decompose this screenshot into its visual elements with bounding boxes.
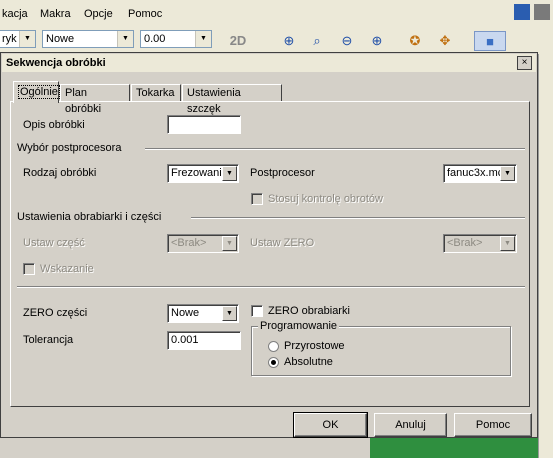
toolbar-combo-layer[interactable]: Nowe ▼ bbox=[42, 30, 134, 48]
zero-czesci-select[interactable]: Nowe ▼ bbox=[167, 304, 239, 323]
window-icons bbox=[510, 0, 553, 26]
tab-ogolnie-label: Ogólnie bbox=[18, 85, 60, 99]
rodzaj-value: Frezowanie bbox=[171, 167, 228, 179]
toolbar-combo-layer-value: Nowe bbox=[46, 33, 75, 45]
dialog-titlebar: Sekwencja obróbki × bbox=[2, 54, 536, 72]
stosuj-checkbox[interactable] bbox=[251, 193, 263, 205]
shading-cube-icon[interactable]: ■ bbox=[474, 31, 506, 51]
chevron-down-icon: ▼ bbox=[117, 31, 133, 47]
zoom-target-icon[interactable]: ⌕ bbox=[306, 31, 328, 51]
menu-bar: kacja Makra Opcje Pomoc bbox=[0, 0, 510, 26]
absolutne-label: Absolutne bbox=[284, 356, 333, 368]
wskazanie-checkbox[interactable] bbox=[23, 263, 35, 275]
ustaw-zero-select[interactable]: <Brak> ▼ bbox=[443, 234, 517, 253]
opis-label: Opis obróbki bbox=[23, 119, 85, 131]
postprocesor-label: Postprocesor bbox=[250, 167, 315, 179]
sequence-dialog: Sekwencja obróbki × Ogólnie Plan obróbki… bbox=[0, 52, 538, 438]
rodzaj-label: Rodzaj obróbki bbox=[23, 167, 97, 179]
ustaw-czesc-value: <Brak> bbox=[171, 237, 207, 249]
zero-obrabiarki-checkbox[interactable] bbox=[251, 305, 263, 317]
ustaw-czesc-select[interactable]: <Brak> ▼ bbox=[167, 234, 239, 253]
toolbar-combo-z-value: 0.00 bbox=[144, 33, 166, 45]
tab-tokarka-label: Tokarka bbox=[136, 87, 175, 99]
menu-item-pomoc[interactable]: Pomoc bbox=[128, 8, 162, 20]
toolbar: ryk ▼ Nowe ▼ 0.00 ▼ 2D ⊕ ⌕ ⊖ ⊕ ✪ ✥ ■ bbox=[0, 26, 553, 55]
zoom-out-icon[interactable]: ⊖ bbox=[336, 31, 358, 51]
menu-item-opcje[interactable]: Opcje bbox=[84, 8, 113, 20]
tools-icon[interactable] bbox=[534, 4, 550, 20]
machine-group-title: Ustawienia obrabiarki i części bbox=[17, 211, 162, 223]
toolbar-combo-style[interactable]: ryk ▼ bbox=[0, 30, 36, 48]
chevron-down-icon: ▼ bbox=[222, 306, 237, 321]
chevron-down-icon: ▼ bbox=[500, 236, 515, 251]
menu-item-edycja[interactable]: kacja bbox=[2, 8, 28, 20]
chevron-down-icon: ▼ bbox=[500, 166, 515, 181]
ok-button[interactable]: OK bbox=[293, 412, 368, 438]
zero-czesci-value: Nowe bbox=[171, 307, 200, 319]
postproc-group-divider bbox=[145, 148, 525, 150]
menu-item-makra[interactable]: Makra bbox=[40, 8, 71, 20]
tab-plan-obrobki[interactable]: Plan obróbki bbox=[60, 84, 130, 115]
zoom-in-icon[interactable]: ⊕ bbox=[366, 31, 388, 51]
section-divider bbox=[17, 286, 525, 288]
ustaw-zero-label: Ustaw ZERO bbox=[250, 237, 315, 249]
zero-czesci-label: ZERO części bbox=[23, 307, 88, 319]
absolutne-radio[interactable] bbox=[268, 357, 279, 368]
help-button[interactable]: Pomoc bbox=[454, 413, 532, 437]
przyrostowe-label: Przyrostowe bbox=[284, 340, 345, 352]
rodzaj-select[interactable]: Frezowanie ▼ bbox=[167, 164, 239, 183]
tab-ustawienia-szczek[interactable]: Ustawienia szczęk bbox=[182, 84, 282, 115]
chevron-down-icon: ▼ bbox=[19, 31, 35, 47]
close-icon[interactable]: × bbox=[517, 56, 532, 70]
pencil-icon[interactable] bbox=[514, 4, 530, 20]
right-toolbar-strip bbox=[538, 54, 553, 458]
tab-tokarka[interactable]: Tokarka bbox=[131, 84, 181, 102]
tab-ogolnie[interactable]: Ogólnie bbox=[13, 81, 60, 103]
postprocesor-select[interactable]: fanuc3x.mc ▼ bbox=[443, 164, 517, 183]
toolbar-combo-style-value: ryk bbox=[2, 33, 17, 45]
ustaw-czesc-label: Ustaw część bbox=[23, 237, 85, 249]
postproc-group-title: Wybór postprocesora bbox=[17, 142, 122, 154]
tolerancja-label: Tolerancja bbox=[23, 334, 74, 346]
toolbar-combo-z[interactable]: 0.00 ▼ bbox=[140, 30, 212, 48]
przyrostowe-radio[interactable] bbox=[268, 341, 279, 352]
dialog-title: Sekwencja obróbki bbox=[6, 57, 106, 69]
pan-icon[interactable]: ✥ bbox=[434, 31, 456, 51]
chevron-down-icon: ▼ bbox=[195, 31, 211, 47]
opis-input[interactable] bbox=[167, 115, 241, 134]
ustaw-zero-value: <Brak> bbox=[447, 237, 483, 249]
chevron-down-icon: ▼ bbox=[222, 166, 237, 181]
programowanie-group: Programowanie Przyrostowe Absolutne bbox=[251, 320, 511, 376]
zoom-window-icon[interactable]: ⊕ bbox=[278, 31, 300, 51]
machine-group-divider bbox=[191, 217, 525, 219]
programowanie-title: Programowanie bbox=[258, 320, 340, 332]
zero-obrabiarki-label: ZERO obrabiarki bbox=[268, 305, 350, 317]
wskazanie-label: Wskazanie bbox=[40, 263, 94, 275]
rotate-icon[interactable]: ✪ bbox=[404, 31, 426, 51]
chevron-down-icon: ▼ bbox=[222, 236, 237, 251]
tab-panel-ogolnie: Opis obróbki Wybór postprocesora Rodzaj … bbox=[10, 101, 530, 407]
view-2d-icon[interactable]: 2D bbox=[224, 31, 252, 51]
stosuj-label: Stosuj kontrolę obrotów bbox=[268, 193, 383, 205]
postprocesor-value: fanuc3x.mc bbox=[447, 167, 504, 179]
tolerancja-input[interactable]: 0.001 bbox=[167, 331, 241, 350]
cancel-button[interactable]: Anuluj bbox=[374, 413, 447, 437]
